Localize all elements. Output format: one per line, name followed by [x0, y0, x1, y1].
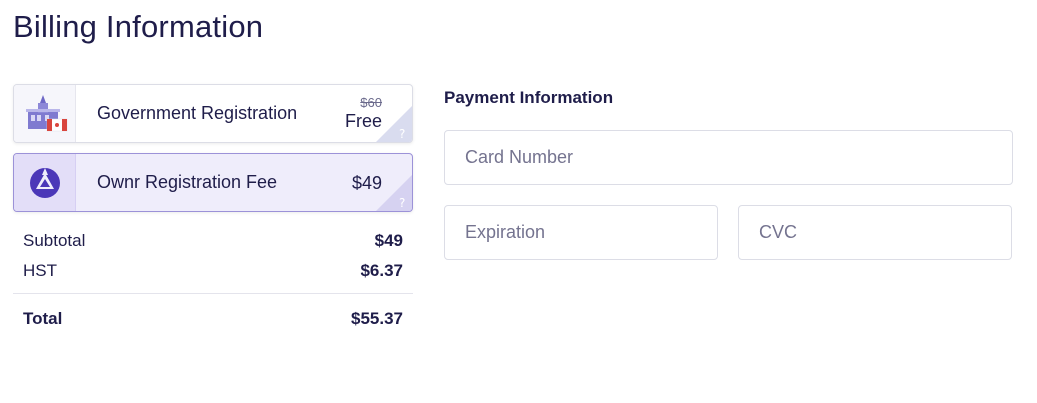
- total-row: Total $55.37: [23, 304, 403, 334]
- subtotal-value: $49: [374, 231, 403, 250]
- order-summary: Government Registration $60 Free ? Ownr …: [13, 84, 413, 334]
- card-number-field[interactable]: [444, 130, 1013, 185]
- payment-section: Payment Information: [444, 88, 1013, 260]
- payment-title: Payment Information: [444, 88, 614, 107]
- cvc-input[interactable]: [739, 206, 1011, 259]
- subtotal-row: Subtotal $49: [23, 226, 403, 256]
- expiration-input[interactable]: [445, 206, 717, 259]
- ownr-logo-icon: [14, 154, 76, 211]
- help-icon[interactable]: ?: [376, 175, 412, 211]
- line-item-government-registration[interactable]: Government Registration $60 Free ?: [13, 84, 413, 143]
- price-summary: Subtotal $49 HST $6.37 Total $55.37: [13, 226, 413, 334]
- page-title: Billing Information: [13, 9, 264, 44]
- line-item-ownr-registration-fee[interactable]: Ownr Registration Fee $49 ?: [13, 153, 413, 212]
- help-mark: ?: [399, 196, 405, 210]
- cvc-field[interactable]: [738, 205, 1012, 260]
- subtotal-label: Subtotal: [23, 231, 86, 250]
- help-mark: ?: [399, 127, 405, 141]
- expiration-field[interactable]: [444, 205, 718, 260]
- tax-row: HST $6.37: [23, 256, 403, 286]
- tax-label: HST: [23, 261, 57, 280]
- total-label: Total: [23, 309, 63, 328]
- building-with-flag-icon: [14, 85, 76, 142]
- help-icon[interactable]: ?: [376, 106, 412, 142]
- tax-value: $6.37: [360, 261, 403, 280]
- divider: [13, 293, 413, 294]
- card-number-input[interactable]: [445, 131, 1012, 184]
- total-value: $55.37: [351, 309, 403, 328]
